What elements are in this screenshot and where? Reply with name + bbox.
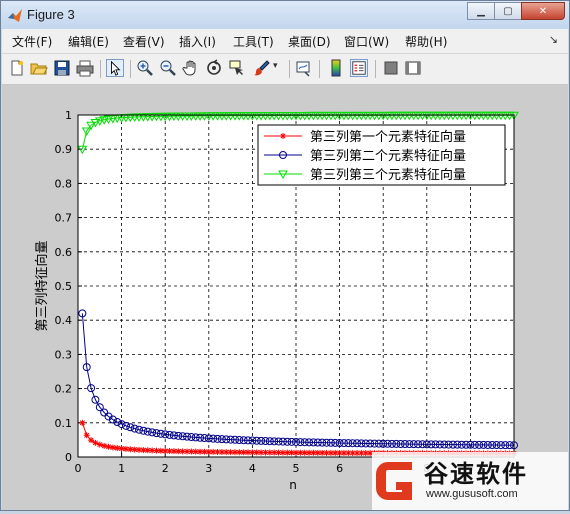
figure-canvas: 01234567891000.10.20.30.40.50.60.70.80.9… bbox=[2, 85, 568, 510]
data-cursor-icon[interactable] bbox=[228, 59, 246, 77]
series-1-marker bbox=[109, 444, 116, 451]
series-1-marker bbox=[96, 441, 103, 448]
x-tick-label: 1 bbox=[118, 462, 125, 475]
menu-insert[interactable]: 插入(I) bbox=[179, 33, 216, 50]
watermark-url: www.gususoft.com bbox=[426, 488, 518, 500]
edit-plot-arrow-icon[interactable] bbox=[106, 59, 124, 77]
series-1-marker bbox=[83, 432, 90, 439]
menu-edit[interactable]: 编辑(E) bbox=[68, 33, 109, 50]
menu-file[interactable]: 文件(F) bbox=[12, 33, 52, 50]
y-tick-label: 0.3 bbox=[55, 348, 73, 361]
legend-label-1: 第三列第一个元素特征向量 bbox=[310, 129, 466, 145]
menu-view[interactable]: 查看(V) bbox=[123, 33, 165, 50]
hide-plot-tools-icon[interactable] bbox=[382, 59, 400, 77]
open-file-icon[interactable] bbox=[30, 59, 48, 77]
window-title: Figure 3 bbox=[27, 7, 75, 22]
colorbar-icon[interactable] bbox=[327, 59, 345, 77]
y-tick-label: 0.1 bbox=[55, 417, 73, 430]
save-icon[interactable] bbox=[53, 59, 71, 77]
x-tick-label: 6 bbox=[336, 462, 343, 475]
y-tick-label: 0.5 bbox=[55, 280, 73, 293]
minimize-icon: ▁ bbox=[477, 5, 485, 17]
y-tick-label: 0.8 bbox=[55, 177, 73, 190]
plot-svg[interactable]: 01234567891000.10.20.30.40.50.60.70.80.9… bbox=[2, 85, 568, 510]
pan-hand-icon[interactable] bbox=[182, 59, 200, 77]
series-1-marker bbox=[88, 437, 95, 444]
menu-window[interactable]: 窗口(W) bbox=[344, 33, 389, 50]
watermark-brand: 谷速软件 bbox=[424, 460, 528, 488]
x-tick-label: 0 bbox=[75, 462, 82, 475]
x-tick-label: 3 bbox=[205, 462, 212, 475]
link-plot-icon[interactable] bbox=[295, 59, 313, 77]
rotate-3d-icon[interactable] bbox=[205, 59, 223, 77]
figure-toolbar: ▾ bbox=[2, 54, 568, 85]
legend-label-2: 第三列第二个元素特征向量 bbox=[310, 148, 466, 164]
zoom-out-icon[interactable] bbox=[159, 59, 177, 77]
y-tick-label: 1 bbox=[65, 109, 72, 122]
x-tick-label: 5 bbox=[293, 462, 300, 475]
print-icon[interactable] bbox=[76, 59, 94, 77]
matlab-logo-icon bbox=[8, 9, 22, 22]
close-icon: ✕ bbox=[538, 5, 548, 17]
menubar-dock-arrow-icon[interactable]: ↘ bbox=[549, 33, 558, 46]
legend-marker-1 bbox=[280, 133, 286, 139]
y-tick-label: 0.4 bbox=[55, 314, 73, 327]
close-button[interactable]: ✕ bbox=[521, 2, 565, 20]
title-bar[interactable]: Figure 3 ▁ ▢ ✕ bbox=[1, 1, 569, 29]
show-plot-tools-icon[interactable] bbox=[404, 59, 422, 77]
x-tick-label: 4 bbox=[249, 462, 256, 475]
series-1-marker bbox=[79, 419, 86, 426]
menu-desktop[interactable]: 桌面(D) bbox=[288, 33, 331, 50]
zoom-in-icon[interactable] bbox=[136, 59, 154, 77]
menu-tools[interactable]: 工具(T) bbox=[233, 33, 274, 50]
y-tick-label: 0.2 bbox=[55, 383, 73, 396]
y-tick-label: 0.6 bbox=[55, 246, 73, 259]
x-tick-label: 2 bbox=[162, 462, 169, 475]
maximize-button[interactable]: ▢ bbox=[494, 2, 522, 20]
x-axis-label: n bbox=[289, 478, 297, 492]
y-tick-label: 0 bbox=[65, 451, 72, 464]
series-1-marker bbox=[105, 443, 112, 450]
legend-icon[interactable] bbox=[350, 59, 368, 77]
menu-bar: 文件(F) 编辑(E) 查看(V) 插入(I) 工具(T) 桌面(D) 窗口(W… bbox=[2, 29, 568, 54]
series-1-marker bbox=[101, 442, 108, 449]
y-tick-label: 0.9 bbox=[55, 143, 73, 156]
watermark-logo: 谷速软件 www.gususoft.com bbox=[372, 452, 568, 510]
legend-label-3: 第三列第三个元素特征向量 bbox=[310, 167, 466, 183]
brush-icon[interactable] bbox=[253, 59, 271, 77]
y-tick-label: 0.7 bbox=[55, 212, 73, 225]
minimize-button[interactable]: ▁ bbox=[467, 2, 495, 20]
y-axis-label: 第三列特征向量 bbox=[34, 240, 50, 331]
new-figure-icon[interactable] bbox=[8, 59, 26, 77]
menu-help[interactable]: 帮助(H) bbox=[405, 33, 447, 50]
maximize-icon: ▢ bbox=[503, 5, 513, 17]
figure-window: Figure 3 ▁ ▢ ✕ 文件(F) 编辑(E) 查看(V) 插入(I) 工… bbox=[0, 0, 570, 511]
